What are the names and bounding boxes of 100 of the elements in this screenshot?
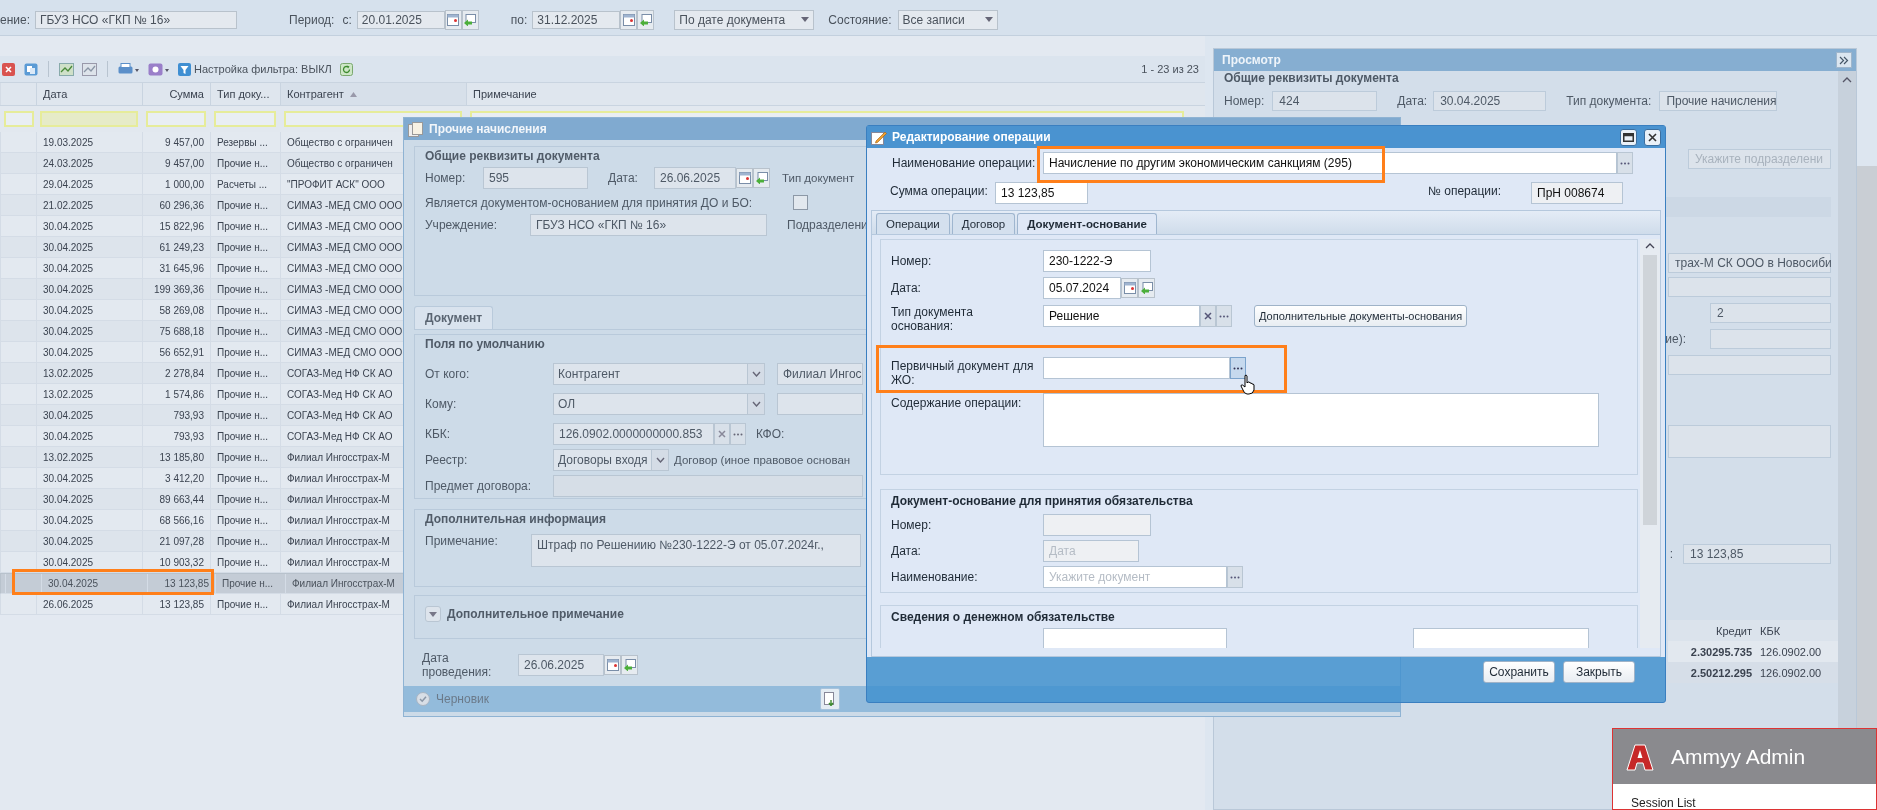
filter-setting-button[interactable]: Настройка фильтра: ВЫКЛ <box>176 59 334 79</box>
clear-button[interactable] <box>714 423 730 445</box>
column-header[interactable]: Контрагент <box>280 83 466 105</box>
table-cell: Прочие н... <box>222 578 274 589</box>
note-field[interactable]: Штраф по Решениию №230-1222-Э от 05.07.2024г., <box>531 534 861 567</box>
export-button[interactable] <box>820 688 840 710</box>
basis-type-field[interactable]: Решение <box>1043 305 1200 327</box>
menu-item[interactable]: Session List <box>1631 796 1696 810</box>
table-cell: Прочие н... <box>217 472 269 484</box>
column-header[interactable]: КБК <box>1756 624 1838 637</box>
amount-field: 13 123,85 <box>1683 544 1831 564</box>
posting-date-field[interactable]: 26.06.2025 <box>518 654 604 676</box>
table-cell: Прочие н... <box>217 514 269 526</box>
browse-button[interactable] <box>1227 566 1243 588</box>
table-cell: СИМАЗ -МЕД СМО ООО <box>287 241 403 253</box>
dropdown-arrow-icon <box>801 17 810 22</box>
browse-button[interactable] <box>1617 152 1633 174</box>
state-select[interactable]: Все записи <box>897 9 998 30</box>
clear-button[interactable] <box>1200 305 1216 327</box>
today-button[interactable] <box>753 168 770 188</box>
content-field[interactable] <box>1043 393 1599 447</box>
today-button[interactable] <box>637 9 655 30</box>
table-cell: Прочие н... <box>217 325 269 337</box>
number-field[interactable]: 595 <box>483 167 588 189</box>
table-cell: 3 412,20 <box>165 472 204 484</box>
filter-field[interactable] <box>40 111 138 127</box>
collapse-button[interactable] <box>1836 52 1852 68</box>
expand-toggle[interactable] <box>425 606 441 622</box>
table-cell: СОГАЗ-Мед НФ СК АО <box>287 430 393 442</box>
column-header[interactable]: Сумма <box>142 83 210 105</box>
to-value-field[interactable] <box>777 393 863 415</box>
registry-select[interactable]: Договоры входя <box>553 449 669 471</box>
column-header[interactable]: Дата <box>36 83 142 105</box>
kbk-label: КБК: <box>425 427 452 441</box>
calendar-button[interactable] <box>620 9 638 30</box>
note-label: Примечание: <box>425 534 499 548</box>
table-cell: 30.04.2025 <box>43 262 94 274</box>
institution-field[interactable]: ГБУЗ НСО «ГКП № 16» <box>35 10 237 29</box>
to-date-field[interactable]: 31.12.2025 <box>532 10 621 29</box>
table-cell-text: 126.0902.00 <box>1759 666 1823 679</box>
table-cell: Прочие н... <box>217 262 269 274</box>
tab[interactable]: Документ-основание <box>1017 213 1157 234</box>
tab[interactable]: Документ <box>414 306 494 329</box>
calendar-button[interactable] <box>736 168 753 188</box>
institution-field[interactable]: ГБУЗ НСО «ГКП № 16» <box>530 214 767 236</box>
close-button[interactable] <box>1644 128 1661 146</box>
date-mode-select[interactable]: По дате документа <box>674 9 815 30</box>
filter-field[interactable] <box>214 111 276 127</box>
subject-field[interactable] <box>553 475 863 497</box>
browse-button[interactable] <box>1230 357 1246 379</box>
browse-button[interactable] <box>730 423 746 445</box>
number-field[interactable]: 230-1222-Э <box>1043 250 1151 272</box>
paging-info: 1 - 23 из 23 <box>1141 63 1199 75</box>
table-cell: 30.04.2025 <box>43 556 94 568</box>
maximize-button[interactable] <box>1620 128 1637 146</box>
calendar-button[interactable] <box>604 655 621 675</box>
state-label: Состояние: <box>828 12 892 27</box>
document-name-field[interactable]: Укажите документ <box>1043 566 1227 588</box>
operation-sum-label: Сумма операции: <box>889 184 989 198</box>
kbk-field[interactable]: 126.0902.0000000000.853 <box>553 423 714 445</box>
printer-icon <box>118 62 140 76</box>
from-label: с: <box>342 12 352 27</box>
input-field[interactable] <box>1413 628 1589 648</box>
footer-button[interactable]: Сохранить <box>1483 660 1555 683</box>
to-label: по: <box>510 12 528 27</box>
table-cell: 1 000,00 <box>165 178 204 190</box>
section-title: Дополнительное примечание <box>447 607 624 621</box>
scrollbar[interactable] <box>1640 239 1660 648</box>
primary-document-field[interactable] <box>1043 357 1230 379</box>
checkbox[interactable] <box>793 195 808 210</box>
input-field[interactable] <box>1043 628 1227 648</box>
date-field[interactable]: 05.07.2024 <box>1043 277 1121 299</box>
today-button[interactable] <box>621 655 638 675</box>
column-header[interactable]: Примечание <box>466 83 1188 105</box>
footer-button[interactable]: Закрыть <box>1563 660 1635 683</box>
additional-documents-button[interactable]: Дополнительные документы-основания <box>1254 305 1468 327</box>
filter-field[interactable] <box>146 111 206 127</box>
from-kind-select[interactable]: Контрагент <box>553 363 765 385</box>
date-field[interactable]: 26.06.2025 <box>654 167 736 189</box>
table-cell: 793,93 <box>173 430 204 442</box>
table-cell: СИМАЗ -МЕД СМО ООО <box>287 220 403 232</box>
chart-icon <box>59 62 74 76</box>
operation-name-field[interactable]: Начисление по другим экономическим санкциям (295) <box>1043 152 1617 174</box>
from-date-field[interactable]: 20.01.2025 <box>356 10 445 29</box>
from-value-field[interactable]: Филиал Ингос <box>777 363 863 385</box>
close-icon <box>718 430 726 438</box>
tab[interactable]: Операции <box>876 213 950 234</box>
field-label: ие): <box>1665 332 1686 346</box>
today-button[interactable] <box>1138 278 1155 298</box>
to-kind-select[interactable]: ОЛ <box>553 393 765 415</box>
operation-sum-field[interactable]: 13 123,85 <box>995 182 1088 204</box>
calendar-button[interactable] <box>1121 278 1138 298</box>
column-header[interactable]: Кредит <box>1668 624 1756 637</box>
table-cell: 30.04.2025 <box>43 283 94 295</box>
filter-field[interactable] <box>4 111 34 127</box>
table-cell: Филиал Ингосстрах-М <box>292 578 395 589</box>
table-cell: 68 566,16 <box>159 514 204 526</box>
tab[interactable]: Договор <box>951 213 1016 234</box>
content-label: Содержание операции: <box>891 396 1023 410</box>
date-field[interactable]: Дата <box>1043 540 1139 562</box>
